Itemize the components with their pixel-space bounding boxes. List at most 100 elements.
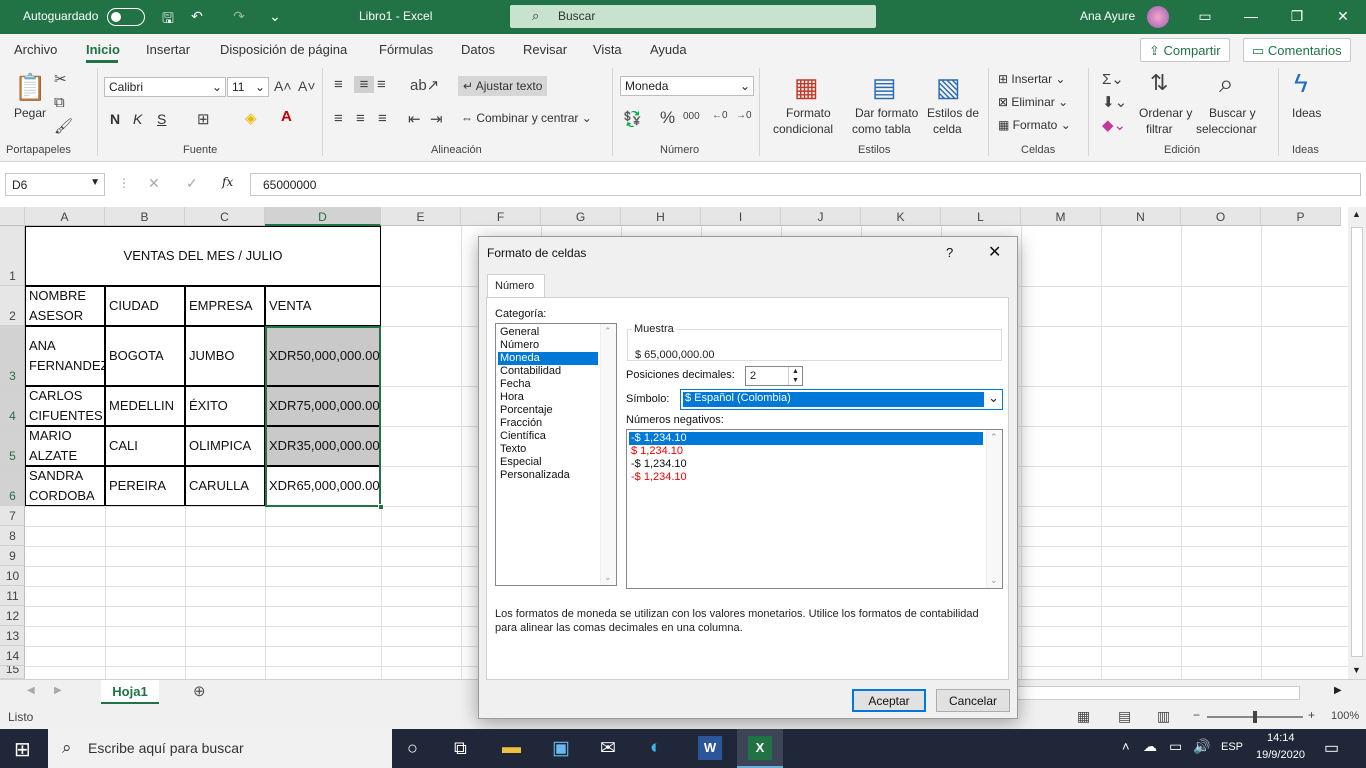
column-header[interactable]: M bbox=[1021, 207, 1101, 226]
row-header[interactable]: 5 bbox=[0, 426, 25, 466]
wrap-text-button[interactable]: ↵ Ajustar texto bbox=[458, 76, 548, 96]
tab-vista[interactable]: Vista bbox=[593, 42, 622, 57]
table-cell[interactable]: CARULLA bbox=[185, 466, 265, 506]
close-icon[interactable]: ✕ bbox=[988, 242, 1001, 262]
table-format-label2[interactable]: como tabla bbox=[852, 122, 911, 136]
font-color-icon[interactable]: A bbox=[281, 108, 292, 125]
row-header[interactable]: 12 bbox=[0, 606, 25, 626]
tab-insertar[interactable]: Insertar bbox=[146, 42, 190, 57]
list-item[interactable]: Número bbox=[498, 339, 541, 352]
select-all-corner[interactable] bbox=[0, 207, 25, 226]
cut-icon[interactable]: ✂ bbox=[54, 70, 67, 88]
table-cell[interactable]: MEDELLIN bbox=[105, 386, 185, 426]
tab-disposicion[interactable]: Disposición de página bbox=[220, 42, 347, 57]
ideas-label[interactable]: Ideas bbox=[1292, 106, 1321, 120]
bold-button[interactable]: N bbox=[110, 111, 120, 127]
horizontal-scrollbar[interactable] bbox=[1010, 686, 1300, 700]
prev-sheet-icon[interactable]: ◀ bbox=[27, 685, 35, 696]
page-break-icon[interactable]: ▥ bbox=[1157, 708, 1170, 725]
sheet-title-cell[interactable]: VENTAS DEL MES / JULIO bbox=[25, 226, 381, 286]
ideas-icon[interactable]: ϟ bbox=[1294, 68, 1308, 99]
list-item[interactable]: Contabilidad bbox=[498, 365, 563, 378]
cell-styles-icon[interactable]: ▧ bbox=[936, 72, 961, 103]
insert-cells-button[interactable]: ⊞ Insertar ⌄ bbox=[998, 72, 1065, 86]
excel-taskbar-button[interactable]: X bbox=[737, 729, 783, 768]
row-header[interactable]: 14 bbox=[0, 646, 25, 666]
row-header[interactable]: 11 bbox=[0, 586, 25, 606]
negative-numbers-list[interactable]: -$ 1,234.10 $ 1,234.10 -$ 1,234.10 -$ 1,… bbox=[626, 429, 1003, 589]
insert-function-button[interactable]: fx bbox=[222, 175, 233, 189]
task-view-icon[interactable]: ⧉ bbox=[454, 738, 467, 759]
scroll-right-icon[interactable]: ▶ bbox=[1334, 685, 1342, 696]
fill-icon[interactable]: ⬇⌄ bbox=[1102, 93, 1127, 111]
page-layout-icon[interactable]: ▤ bbox=[1118, 708, 1131, 725]
list-item[interactable]: -$ 1,234.10 bbox=[629, 471, 689, 484]
list-item[interactable]: Especial bbox=[498, 456, 544, 469]
cortana-icon[interactable]: ○ bbox=[407, 738, 418, 759]
column-header[interactable]: C bbox=[185, 207, 265, 226]
chevron-down-icon[interactable]: ⌄ bbox=[990, 575, 998, 586]
orientation-icon[interactable]: ab↗ bbox=[410, 76, 439, 94]
volume-icon[interactable]: 🔊 bbox=[1193, 738, 1210, 755]
borders-icon[interactable]: ⊞ bbox=[197, 110, 210, 128]
sort-label1[interactable]: Ordenar y bbox=[1139, 106, 1192, 120]
next-sheet-icon[interactable]: ▶ bbox=[54, 685, 62, 696]
list-item[interactable]: Texto bbox=[498, 443, 528, 456]
align-top-icon[interactable]: ≡ bbox=[334, 76, 343, 93]
table-cell[interactable]: CALI bbox=[105, 426, 185, 466]
restore-icon[interactable]: ❐ bbox=[1287, 8, 1307, 25]
list-item[interactable]: -$ 1,234.10 bbox=[629, 458, 689, 471]
undo-icon[interactable]: ↶ bbox=[187, 8, 207, 25]
autosave-toggle[interactable] bbox=[107, 8, 145, 26]
row-header[interactable]: 8 bbox=[0, 526, 25, 546]
table-cell[interactable]: OLIMPICA bbox=[185, 426, 265, 466]
row-header[interactable]: 3 bbox=[0, 326, 25, 386]
column-header[interactable]: G bbox=[541, 207, 621, 226]
row-header[interactable]: 1 bbox=[0, 226, 25, 286]
cancel-icon[interactable]: ✕ bbox=[148, 175, 160, 192]
format-painter-icon[interactable]: 🖌 bbox=[54, 117, 73, 135]
tab-archivo[interactable]: Archivo bbox=[14, 42, 57, 57]
clock-date[interactable]: 19/9/2020 bbox=[1256, 749, 1305, 761]
sheet-tab-hoja1[interactable]: Hoja1 bbox=[101, 680, 159, 704]
close-icon[interactable]: ✕ bbox=[1333, 8, 1353, 25]
column-header[interactable]: J bbox=[781, 207, 861, 226]
italic-button[interactable]: K bbox=[133, 111, 142, 127]
table-cell[interactable]: ANA FERNANDEZ bbox=[25, 326, 105, 386]
edge-icon[interactable]: ◐ bbox=[650, 737, 661, 759]
column-header[interactable]: L bbox=[941, 207, 1021, 226]
zoom-out-icon[interactable]: − bbox=[1193, 708, 1200, 722]
list-item[interactable]: Personalizada bbox=[498, 469, 572, 482]
comma-style-icon[interactable]: 000 bbox=[683, 111, 700, 122]
row-header[interactable]: 6 bbox=[0, 466, 25, 506]
row-header[interactable]: 10 bbox=[0, 566, 25, 586]
table-cell[interactable]: SANDRA CORDOBA bbox=[25, 466, 105, 506]
align-center-icon[interactable]: ≡ bbox=[356, 110, 365, 127]
paste-label[interactable]: Pegar bbox=[14, 106, 46, 120]
column-header[interactable]: K bbox=[861, 207, 941, 226]
row-header[interactable]: 15 bbox=[0, 666, 25, 679]
fill-color-icon[interactable]: ◈ bbox=[245, 109, 257, 127]
tab-ayuda[interactable]: Ayuda bbox=[650, 42, 687, 57]
find-label2[interactable]: seleccionar bbox=[1196, 122, 1257, 136]
tab-datos[interactable]: Datos bbox=[461, 42, 495, 57]
customize-toolbar-icon[interactable]: ⌄ bbox=[265, 8, 285, 25]
table-cell[interactable]: MARIO ALZATE bbox=[25, 426, 105, 466]
mail-icon[interactable]: ✉ bbox=[600, 737, 616, 760]
align-right-icon[interactable]: ≡ bbox=[378, 110, 387, 127]
header-cell-venta[interactable]: VENTA bbox=[265, 286, 381, 326]
table-format-icon[interactable]: ▤ bbox=[872, 72, 897, 103]
list-scrollbar[interactable]: ⌃ ⌄ bbox=[986, 430, 1002, 588]
find-icon[interactable]: ⌕ bbox=[1219, 68, 1234, 100]
cell-styles-label2[interactable]: celda bbox=[933, 122, 962, 136]
column-header[interactable]: N bbox=[1101, 207, 1181, 226]
decrease-decimal-icon[interactable]: →0 bbox=[736, 110, 752, 121]
list-item[interactable]: Porcentaje bbox=[498, 404, 555, 417]
format-cells-button[interactable]: ▦ Formato ⌄ bbox=[998, 118, 1071, 132]
row-header[interactable]: 13 bbox=[0, 626, 25, 646]
column-header[interactable]: E bbox=[381, 207, 461, 226]
chevron-up-icon[interactable]: ⌃ bbox=[604, 326, 612, 337]
symbol-select[interactable]: $ Español (Colombia) ⌄ bbox=[680, 389, 1003, 410]
formula-input[interactable]: 65000000 bbox=[250, 173, 1361, 196]
align-left-icon[interactable]: ≡ bbox=[334, 110, 343, 127]
